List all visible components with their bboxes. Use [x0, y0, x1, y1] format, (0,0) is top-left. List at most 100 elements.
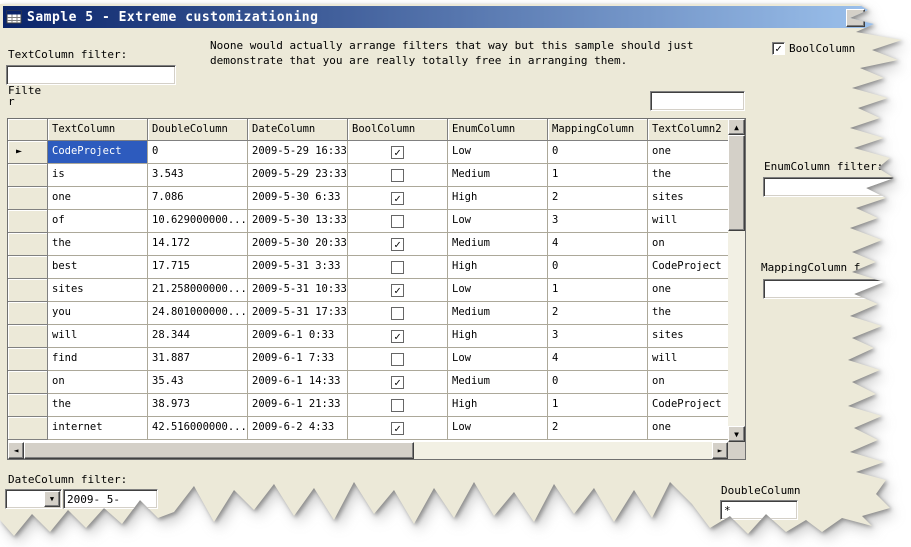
grid-cell[interactable]: 31.887 [148, 348, 248, 371]
checkbox-checked-icon[interactable]: ✓ [391, 375, 404, 389]
datecolumn-operator-combo[interactable]: ▼ [5, 489, 62, 509]
grid-cell[interactable]: one [648, 417, 728, 440]
checkbox-unchecked-icon[interactable] [391, 398, 404, 412]
grid-cell[interactable]: the [648, 164, 728, 187]
minimize-button[interactable] [846, 9, 865, 27]
grid-cell[interactable]: 3 [548, 325, 648, 348]
grid-cell[interactable] [348, 256, 448, 279]
grid-cell[interactable]: CodeProject [648, 394, 728, 417]
grid-cell[interactable]: is [48, 164, 148, 187]
grid-cell[interactable]: 2009-5-31 10:33 [248, 279, 348, 302]
grid-cell[interactable]: ✓ [348, 279, 448, 302]
scroll-up-icon[interactable]: ▲ [728, 119, 745, 135]
checkbox-checked-icon[interactable]: ✓ [391, 145, 404, 159]
grid-cell[interactable]: 2 [548, 187, 648, 210]
grid-cell[interactable]: 2009-5-31 3:33 [248, 256, 348, 279]
grid-cell[interactable]: 0 [148, 141, 248, 164]
row-header[interactable] [8, 394, 48, 417]
grid-cell[interactable]: 2009-6-1 0:33 [248, 325, 348, 348]
grid-cell[interactable]: 21.258000000... [148, 279, 248, 302]
grid-cell[interactable]: Low [448, 417, 548, 440]
column-header-boolcolumn[interactable]: BoolColumn [348, 119, 448, 141]
grid-cell[interactable]: Medium [448, 371, 548, 394]
grid-cell[interactable]: sites [48, 279, 148, 302]
grid-cell[interactable]: will [648, 348, 728, 371]
checkbox-unchecked-icon[interactable] [391, 214, 404, 228]
grid-cell[interactable]: 4 [548, 348, 648, 371]
grid-cell[interactable]: 2009-6-1 21:33 [248, 394, 348, 417]
grid-cell[interactable]: will [48, 325, 148, 348]
row-header[interactable] [8, 256, 48, 279]
grid-cell[interactable]: best [48, 256, 148, 279]
row-header[interactable] [8, 279, 48, 302]
grid-cell[interactable]: 2009-5-29 23:33 [248, 164, 348, 187]
grid-cell[interactable]: Medium [448, 164, 548, 187]
grid-cell[interactable]: 3.543 [148, 164, 248, 187]
grid-cell[interactable]: 7.086 [148, 187, 248, 210]
grid-cell[interactable]: 3 [548, 210, 648, 233]
grid-cell[interactable]: Low [448, 348, 548, 371]
grid-cell[interactable]: 0 [548, 141, 648, 164]
grid-cell[interactable]: on [648, 371, 728, 394]
grid-cell[interactable]: you [48, 302, 148, 325]
checkbox-checked-icon[interactable]: ✓ [772, 42, 785, 55]
grid-cell[interactable]: 2009-5-30 20:33 [248, 233, 348, 256]
grid-cell[interactable]: 2009-6-1 7:33 [248, 348, 348, 371]
scroll-down-icon[interactable]: ▼ [728, 426, 745, 442]
row-header[interactable] [8, 210, 48, 233]
row-header[interactable] [8, 164, 48, 187]
grid-cell[interactable] [348, 394, 448, 417]
grid-cell[interactable]: Medium [448, 302, 548, 325]
scroll-left-icon[interactable]: ◄ [8, 442, 24, 459]
grid-cell[interactable]: 2009-5-30 6:33 [248, 187, 348, 210]
grid-cell[interactable] [348, 164, 448, 187]
grid-cell[interactable]: 2 [548, 302, 648, 325]
boolcolumn-filter-checkbox[interactable]: ✓ BoolColumn [772, 42, 855, 55]
row-header[interactable] [8, 371, 48, 394]
grid-cell[interactable]: 17.715 [148, 256, 248, 279]
doublecolumn-filter-input[interactable] [720, 500, 798, 520]
column-header-doublecolumn[interactable]: DoubleColumn [148, 119, 248, 141]
grid-cell[interactable]: 14.172 [148, 233, 248, 256]
grid-cell[interactable]: 35.43 [148, 371, 248, 394]
grid-cell[interactable]: one [48, 187, 148, 210]
grid-cell[interactable]: 4 [548, 233, 648, 256]
grid-cell[interactable]: sites [648, 325, 728, 348]
checkbox-unchecked-icon[interactable] [391, 260, 404, 274]
title-bar[interactable]: Sample 5 - Extreme customizationing [3, 6, 875, 28]
checkbox-checked-icon[interactable]: ✓ [391, 329, 404, 343]
checkbox-unchecked-icon[interactable] [391, 306, 404, 320]
grid-cell[interactable]: one [648, 279, 728, 302]
row-header[interactable] [8, 302, 48, 325]
grid-cell[interactable]: ✓ [348, 325, 448, 348]
grid-cell[interactable]: on [648, 233, 728, 256]
textcolumn-filter-input[interactable] [6, 65, 176, 85]
grid-cell[interactable]: 0 [548, 371, 648, 394]
row-header[interactable]: ► [8, 141, 48, 164]
hscroll-thumb[interactable] [24, 442, 414, 459]
column-header-datecolumn[interactable]: DateColumn [248, 119, 348, 141]
dropdown-button[interactable]: ▼ [44, 491, 60, 507]
grid-cell[interactable]: 2009-6-2 4:33 [248, 417, 348, 440]
grid-cell[interactable]: will [648, 210, 728, 233]
grid-cell[interactable]: 10.629000000... [148, 210, 248, 233]
grid-cell[interactable]: find [48, 348, 148, 371]
checkbox-checked-icon[interactable]: ✓ [391, 237, 404, 251]
grid-cell[interactable]: 0 [548, 256, 648, 279]
grid-cell[interactable] [348, 210, 448, 233]
grid-cell[interactable]: 2009-5-31 17:33 [248, 302, 348, 325]
grid-corner-header[interactable] [8, 119, 48, 141]
grid-cell[interactable]: ✓ [348, 233, 448, 256]
mappingcolumn-filter-input[interactable] [763, 279, 902, 299]
horizontal-scrollbar[interactable]: ◄ ► [8, 442, 728, 459]
grid-cell[interactable]: 1 [548, 394, 648, 417]
grid-cell[interactable]: High [448, 394, 548, 417]
grid-cell[interactable]: 2009-6-1 14:33 [248, 371, 348, 394]
vscroll-thumb[interactable] [728, 135, 745, 231]
grid-cell[interactable]: Low [448, 210, 548, 233]
grid-cell[interactable]: High [448, 325, 548, 348]
grid-cell[interactable]: ✓ [348, 187, 448, 210]
grid-cell[interactable]: High [448, 187, 548, 210]
grid-cell[interactable]: 28.344 [148, 325, 248, 348]
column-header-enumcolumn[interactable]: EnumColumn [448, 119, 548, 141]
